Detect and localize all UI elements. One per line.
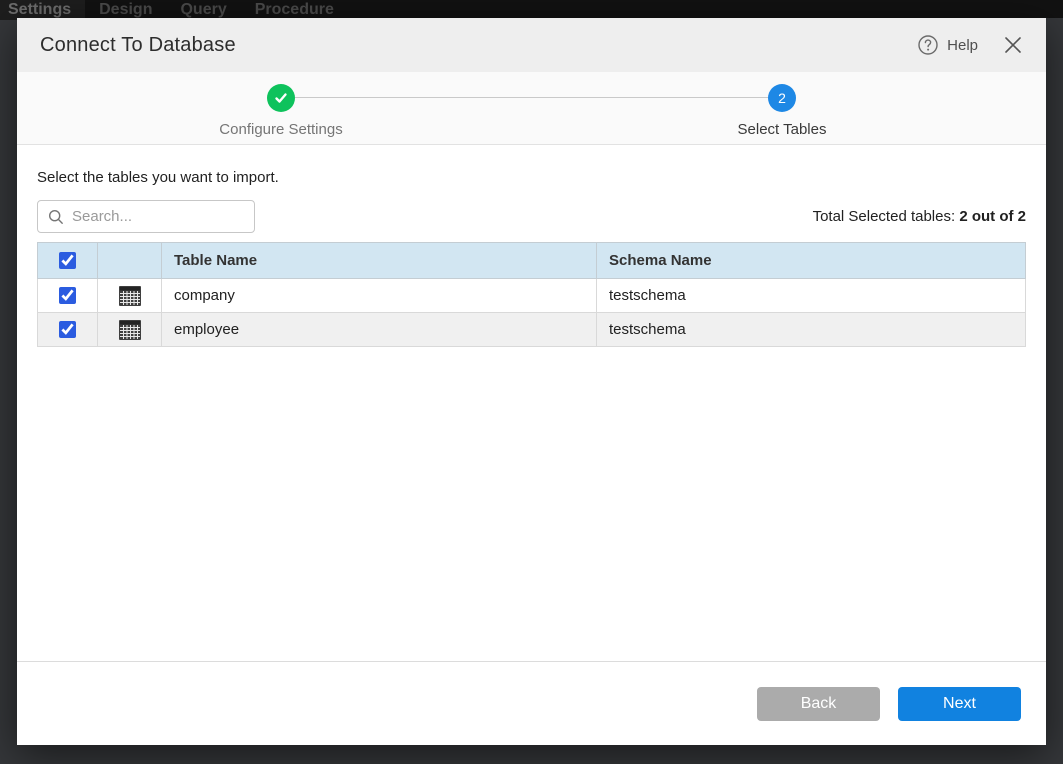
- help-label: Help: [947, 37, 978, 54]
- header-schema-name: Schema Name: [597, 243, 1026, 279]
- dialog-title: Connect To Database: [40, 34, 236, 57]
- search-icon: [48, 209, 64, 225]
- help-icon: [918, 35, 938, 55]
- dialog-body: Select the tables you want to import. To…: [17, 145, 1046, 661]
- instruction-text: Select the tables you want to import.: [37, 169, 1026, 186]
- app-menubar: Settings Design Query Procedure: [0, 0, 1063, 18]
- header-icon-cell: [98, 243, 162, 279]
- table-name-cell: company: [162, 279, 597, 313]
- dialog-footer: Back Next: [17, 661, 1046, 745]
- header-checkbox-cell: [38, 243, 98, 279]
- table-grid-icon: [110, 286, 149, 306]
- step-label: Select Tables: [652, 121, 912, 138]
- help-button[interactable]: Help: [918, 35, 978, 55]
- menu-item-design[interactable]: Design: [85, 0, 166, 20]
- close-icon: [1004, 36, 1022, 54]
- wizard-stepper: Configure Settings 2 Select Tables: [17, 72, 1046, 145]
- row-checkbox[interactable]: [59, 287, 76, 304]
- header-table-name: Table Name: [162, 243, 597, 279]
- menu-item-settings[interactable]: Settings: [0, 0, 85, 20]
- tables-list: Table Name Schema Name: [37, 242, 1026, 347]
- schema-name-cell: testschema: [597, 279, 1026, 313]
- table-header-row: Table Name Schema Name: [38, 243, 1026, 279]
- table-row[interactable]: employee testschema: [38, 313, 1026, 347]
- row-checkbox[interactable]: [59, 321, 76, 338]
- step-number-badge: 2: [768, 84, 796, 112]
- menu-item-procedure[interactable]: Procedure: [241, 0, 348, 20]
- dialog-header: Connect To Database Help: [17, 18, 1046, 72]
- table-grid-icon: [110, 320, 149, 340]
- schema-name-cell: testschema: [597, 313, 1026, 347]
- step-complete-check-icon: [267, 84, 295, 112]
- step-configure-settings[interactable]: Configure Settings: [151, 84, 411, 138]
- step-label: Configure Settings: [151, 121, 411, 138]
- next-button[interactable]: Next: [898, 687, 1021, 721]
- menu-item-query[interactable]: Query: [166, 0, 240, 20]
- back-button[interactable]: Back: [757, 687, 880, 721]
- total-selected-value: 2 out of 2: [959, 208, 1026, 225]
- search-box: [37, 200, 255, 233]
- select-all-checkbox[interactable]: [59, 252, 76, 269]
- search-input[interactable]: [72, 208, 244, 225]
- step-select-tables[interactable]: 2 Select Tables: [652, 84, 912, 138]
- table-row[interactable]: company testschema: [38, 279, 1026, 313]
- connect-to-database-dialog: Connect To Database Help: [17, 18, 1046, 745]
- total-selected-text: Total Selected tables: 2 out of 2: [813, 208, 1026, 225]
- table-name-cell: employee: [162, 313, 597, 347]
- close-button[interactable]: [1004, 36, 1022, 54]
